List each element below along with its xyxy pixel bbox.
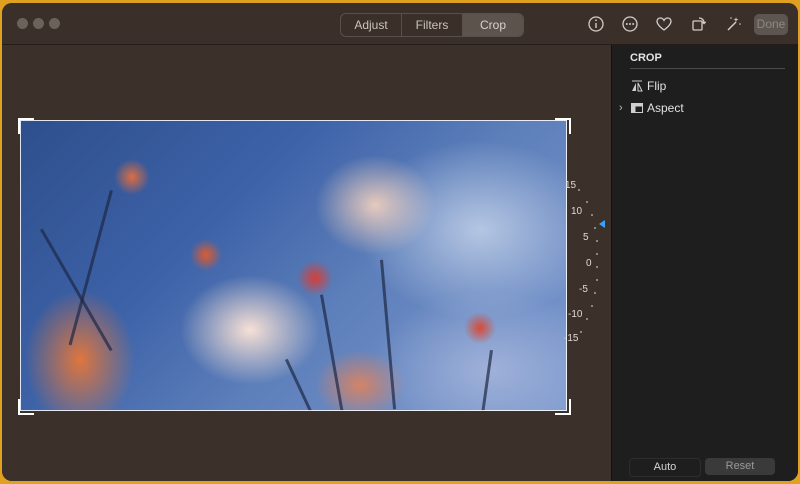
sidebar-item-flip[interactable]: Flip [612,76,798,96]
sidebar-title: CROP [630,52,662,64]
sidebar-item-label: Flip [647,79,667,93]
crop-handle-top-left[interactable] [18,118,34,134]
dial-label: 5 [583,232,589,243]
sidebar-item-label: Aspect [647,101,684,115]
tab-crop[interactable]: Crop [463,14,523,36]
dial-label: -5 [579,284,588,295]
sidebar-item-aspect[interactable]: › Aspect [612,98,798,118]
more-icon[interactable] [621,15,639,33]
dial-label: -10 [568,309,583,320]
crop-handle-top-right[interactable] [555,118,571,134]
tab-filters[interactable]: Filters [402,14,463,36]
chevron-right-icon[interactable]: › [619,98,623,118]
tab-adjust[interactable]: Adjust [341,14,402,36]
zoom-window-button[interactable] [49,18,60,29]
dial-label: 15 [565,180,577,191]
close-window-button[interactable] [17,18,28,29]
dial-label: -15 [564,333,579,344]
photos-window: Adjust Filters Crop Done 15 10 5 0 -5 -1… [2,3,798,481]
crop-canvas [2,45,610,481]
crop-handle-bottom-left[interactable] [18,399,34,415]
crop-handle-bottom-right[interactable] [555,399,571,415]
done-button[interactable]: Done [754,14,788,35]
sidebar-divider [630,68,785,69]
auto-button[interactable]: Auto [629,458,701,477]
reset-button[interactable]: Reset [705,458,775,475]
dial-pointer [599,220,605,228]
flip-icon [632,80,643,92]
aspect-icon [631,103,643,113]
dial-label: 0 [586,258,592,269]
edit-mode-segmented-control: Adjust Filters Crop [340,13,524,37]
dial-label: 10 [571,206,583,217]
crop-frame[interactable] [20,120,567,411]
toolbar: Adjust Filters Crop Done [2,3,798,45]
magic-wand-icon[interactable] [724,15,742,33]
heart-icon[interactable] [655,15,673,33]
crop-sidebar: CROP Flip › Aspect Auto Reset [611,45,798,481]
info-icon[interactable] [587,15,605,33]
rotate-icon[interactable] [690,15,708,33]
minimize-window-button[interactable] [33,18,44,29]
